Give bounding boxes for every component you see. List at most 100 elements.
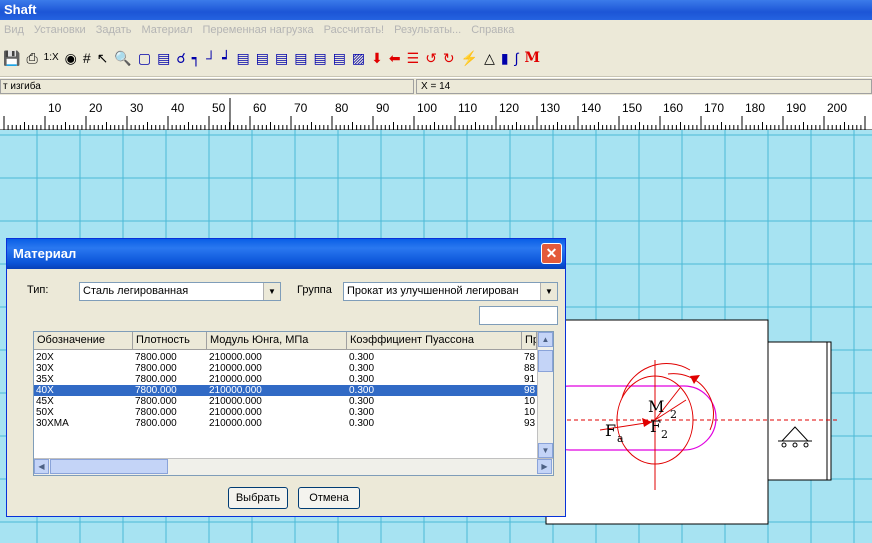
rect-2-icon[interactable]: ▤ [256, 49, 269, 67]
vertical-scrollbar[interactable]: ▲ ▼ [537, 332, 553, 458]
lightning-icon[interactable]: ⚡ [461, 49, 478, 67]
ruler-label: 20 [89, 101, 103, 115]
type-label: Тип: [27, 284, 49, 296]
col-header-density[interactable]: Плотность [133, 332, 207, 349]
cancel-button[interactable]: Отмена [298, 487, 360, 509]
col-header-poisson[interactable]: Коэффициент Пуассона [347, 332, 522, 349]
col-header-designation[interactable]: Обозначение [34, 332, 133, 349]
moment-cw-icon[interactable]: ↻ [443, 49, 455, 67]
step-icon[interactable]: ┑ [192, 49, 200, 67]
ruler-label: 50 [212, 101, 226, 115]
menu-variable-load[interactable]: Переменная нагрузка [203, 24, 314, 36]
table-cell: 0.300 [349, 374, 375, 385]
menu-material[interactable]: Материал [142, 24, 193, 36]
menu-set[interactable]: Задать [96, 24, 132, 36]
fan-icon[interactable]: ▨ [352, 49, 365, 67]
menu-calculate[interactable]: Рассчитать! [324, 24, 384, 36]
arrow-select-icon[interactable]: ↖ [97, 49, 109, 67]
materials-table: Обозначение Плотность Модуль Юнга, МПа К… [33, 331, 554, 476]
chevron-down-icon[interactable]: ▼ [263, 283, 280, 300]
rect-4-icon[interactable]: ▤ [294, 49, 307, 67]
frame-icon[interactable]: ▢ [138, 49, 151, 67]
ruler-label: 160 [663, 101, 683, 115]
table-cell: 45X [36, 396, 54, 407]
groove-icon[interactable]: ┘ [206, 49, 216, 67]
chevron-down-icon[interactable]: ▼ [540, 283, 557, 300]
type-select-value: Сталь легированная [83, 285, 189, 297]
ruler-label: 10 [48, 101, 62, 115]
ruler-label: 90 [376, 101, 390, 115]
menu-help[interactable]: Справка [471, 24, 514, 36]
force-left-icon[interactable]: ⬅ [389, 49, 401, 67]
table-cell: 210000.000 [209, 363, 262, 374]
type-select[interactable]: Сталь легированная ▼ [79, 282, 281, 301]
shaft-segment-icon[interactable]: ▤ [157, 49, 170, 67]
table-cell: 7800.000 [135, 407, 177, 418]
menu-results[interactable]: Результаты... [394, 24, 461, 36]
ruler-label: 80 [335, 101, 349, 115]
table-cell: 210000.000 [209, 396, 262, 407]
table-row[interactable]: 20X 7800.000 210000.000 0.300 78 [34, 352, 537, 363]
force-down-icon[interactable]: ⬇ [371, 49, 383, 67]
menu-view[interactable]: Вид [4, 24, 24, 36]
scroll-left-icon[interactable]: ◀ [34, 459, 49, 474]
support-icon[interactable]: △ [484, 49, 495, 67]
table-cell: 7800.000 [135, 374, 177, 385]
moment-subscript: 2 [670, 408, 677, 421]
ruler-label: 110 [458, 101, 477, 115]
ruler-label: 120 [499, 101, 519, 115]
rect-5-icon[interactable]: ▤ [313, 49, 326, 67]
scroll-thumb-horizontal[interactable] [50, 459, 168, 474]
filter-input[interactable] [479, 306, 558, 325]
rect-6-icon[interactable]: ▤ [333, 49, 346, 67]
rect-1-icon[interactable]: ▤ [237, 49, 250, 67]
rect-3-icon[interactable]: ▤ [275, 49, 288, 67]
table-row[interactable]: 40X 7800.000 210000.000 0.300 98 [34, 385, 537, 396]
group-label: Группа [297, 284, 332, 296]
save-icon[interactable]: 💾 [3, 49, 20, 67]
col-header-strength[interactable]: Пр [522, 332, 537, 349]
menu-settings[interactable]: Установки [34, 24, 86, 36]
status-row: т изгиба X = 14 [0, 77, 872, 95]
ruler-label: 180 [745, 101, 765, 115]
table-cell: 7800.000 [135, 396, 177, 407]
table-row[interactable]: 45X 7800.000 210000.000 0.300 10 [34, 396, 537, 407]
material-dialog: Материал ✕ Тип: Сталь легированная ▼ Гру… [6, 238, 566, 517]
group-select[interactable]: Прокат из улучшенной легирован ▼ [343, 282, 558, 301]
table-cell: 210000.000 [209, 407, 262, 418]
scroll-thumb[interactable] [538, 350, 553, 372]
col-header-young-modulus[interactable]: Модуль Юнга, МПа [207, 332, 347, 349]
horizontal-scrollbar[interactable]: ◀ ▶ [34, 458, 553, 475]
scale-1x-icon[interactable]: 1:X [44, 49, 59, 67]
close-icon[interactable]: ✕ [541, 243, 562, 264]
dialog-title: Материал [13, 246, 77, 261]
toolbar: 💾 ⎙ 1:X ◉ # ↖ 🔍 ▢ ▤ ☌ ┑ ┘ ┙ ▤ ▤ ▤ ▤ ▤ ▤ … [0, 40, 872, 77]
table-row[interactable]: 50X 7800.000 210000.000 0.300 10 [34, 407, 537, 418]
scroll-right-icon[interactable]: ▶ [537, 459, 552, 474]
ruler-label: 70 [294, 101, 308, 115]
binoculars-icon[interactable]: ◉ [65, 49, 77, 67]
grid-icon[interactable]: # [83, 49, 91, 67]
select-button[interactable]: Выбрать [228, 487, 288, 509]
table-cell: 7800.000 [135, 385, 177, 396]
scroll-up-icon[interactable]: ▲ [538, 332, 553, 347]
table-row[interactable]: 30XMA 7800.000 210000.000 0.300 93 [34, 418, 537, 429]
table-row[interactable]: 35X 7800.000 210000.000 0.300 91 [34, 374, 537, 385]
bearing-icon[interactable]: ☌ [176, 49, 185, 67]
spring-icon[interactable]: ∫ [515, 49, 519, 67]
force-fa-label: F [605, 421, 616, 440]
distributed-load-icon[interactable]: ☰ [407, 49, 420, 67]
moment-ccw-icon[interactable]: ↺ [425, 49, 437, 67]
print-icon[interactable]: ⎙ [26, 49, 37, 67]
ruler-label: 30 [130, 101, 144, 115]
bottle-icon[interactable]: ▮ [501, 49, 509, 67]
ruler-label: 200 [827, 101, 847, 115]
force-f2-label: F [650, 417, 661, 436]
table-cell: 0.300 [349, 363, 375, 374]
scroll-down-icon[interactable]: ▼ [538, 443, 553, 458]
table-row[interactable]: 30X 7800.000 210000.000 0.300 88 [34, 363, 537, 374]
moment-m-icon[interactable]: M [524, 49, 540, 67]
ruler-label: 150 [622, 101, 642, 115]
shoulder-icon[interactable]: ┙ [222, 49, 230, 67]
zoom-icon[interactable]: 🔍 [114, 49, 131, 67]
